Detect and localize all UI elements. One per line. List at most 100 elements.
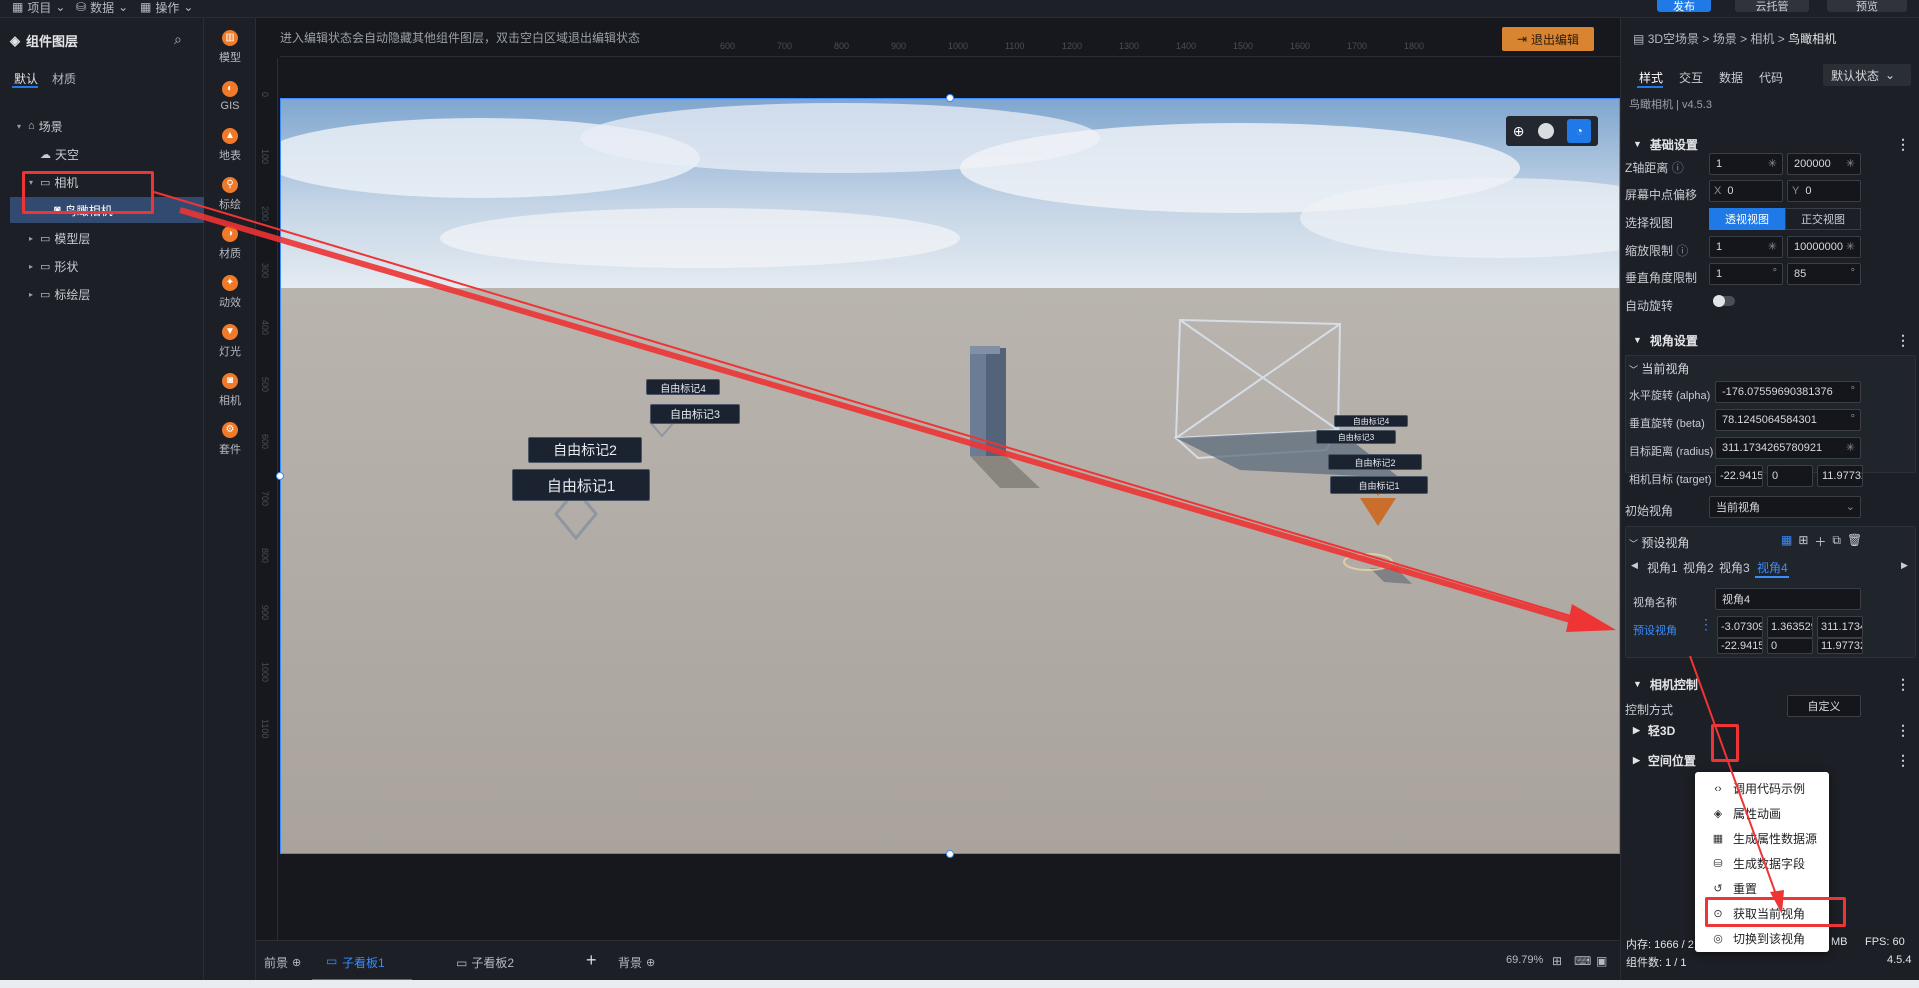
- view-name-input[interactable]: 视角4: [1715, 588, 1861, 610]
- copy-icon[interactable]: ⧉: [1832, 533, 1841, 550]
- tab-code[interactable]: 代码: [1759, 69, 1783, 86]
- rail-item[interactable]: ⚙ 套件: [204, 414, 256, 464]
- menu-operation[interactable]: ▦ 操作 ⌄: [140, 0, 193, 15]
- rail-item[interactable]: ▲ 地表: [204, 120, 256, 170]
- offset-y-input[interactable]: Y0: [1787, 180, 1861, 202]
- preset-value-input[interactable]: 1.363529: [1767, 616, 1813, 638]
- context-menu-item[interactable]: ◎ 切换到该视角: [1695, 926, 1829, 951]
- spinner-icon[interactable]: ✳: [1846, 240, 1855, 253]
- more-icon[interactable]: ⋮: [1896, 332, 1910, 349]
- preset-value-input[interactable]: -3.07309: [1717, 616, 1763, 638]
- expand-arrow-icon[interactable]: ▸: [26, 262, 36, 271]
- preset-value-input[interactable]: 0: [1767, 638, 1813, 654]
- context-menu-item[interactable]: ◈ 属性动画: [1695, 801, 1829, 826]
- offset-x-input[interactable]: X0: [1709, 180, 1783, 202]
- tree-item[interactable]: ▾ ⌂ 场景: [0, 113, 204, 139]
- auto-rotate-toggle[interactable]: [1713, 295, 1735, 307]
- tab-style[interactable]: 样式: [1639, 69, 1663, 86]
- prev-arrow-icon[interactable]: ◀: [1631, 560, 1638, 571]
- preset-value-input[interactable]: 11.977325: [1817, 638, 1863, 654]
- more-icon[interactable]: ⋮: [1896, 752, 1910, 769]
- search-icon[interactable]: ⌕: [174, 31, 182, 48]
- tab-interaction[interactable]: 交互: [1679, 69, 1703, 86]
- z-max-input[interactable]: 200000 ✳: [1787, 153, 1861, 175]
- context-menu-item[interactable]: ▦ 生成属性数据源: [1695, 826, 1829, 851]
- preset-tab-3[interactable]: 视角3: [1719, 559, 1750, 576]
- rail-item[interactable]: ◑ 材质: [204, 218, 256, 268]
- preset-more-icon[interactable]: ⋮: [1699, 616, 1713, 638]
- tab-subboard-1[interactable]: ▭ 子看板1: [312, 941, 412, 981]
- expand-arrow-icon[interactable]: ▾: [14, 122, 24, 131]
- vertical-min-input[interactable]: 1 °: [1709, 263, 1783, 285]
- fit-screen-icon[interactable]: ⊞: [1552, 954, 1562, 968]
- more-icon[interactable]: ⋮: [1896, 676, 1910, 693]
- add-circle-icon[interactable]: ⊕: [646, 956, 655, 969]
- tree-item[interactable]: ▸ ▭ 形状: [0, 253, 204, 279]
- layout-icon[interactable]: ▦: [1781, 533, 1792, 550]
- tab-data[interactable]: 数据: [1719, 69, 1743, 86]
- plus-icon[interactable]: ＋: [1814, 533, 1826, 550]
- rail-item[interactable]: ⚲ 标绘: [204, 169, 256, 219]
- spinner-icon[interactable]: ✳: [1846, 441, 1855, 454]
- menu-project[interactable]: ▦ 项目 ⌄: [12, 0, 65, 15]
- alpha-input[interactable]: -176.07559690381376 °: [1715, 381, 1861, 403]
- add-tab-button[interactable]: +: [586, 950, 597, 971]
- section-view[interactable]: ▼ 视角设置 ⋮: [1621, 325, 1919, 355]
- context-menu-item[interactable]: ⛁ 生成数据字段: [1695, 851, 1829, 876]
- tab-default[interactable]: 默认: [14, 70, 38, 87]
- expand-arrow-icon[interactable]: ▸: [26, 234, 36, 243]
- expand-arrow-icon[interactable]: ▸: [26, 290, 36, 299]
- orthographic-view-option[interactable]: 正交视图: [1785, 208, 1861, 230]
- background-tab[interactable]: 背景 ⊕: [618, 954, 655, 971]
- resize-handle-top[interactable]: [946, 94, 954, 102]
- menu-data[interactable]: ⛁ 数据 ⌄: [76, 0, 128, 15]
- preset-value-input[interactable]: 311.17342: [1817, 616, 1863, 638]
- z-min-input[interactable]: 1 ✳: [1709, 153, 1783, 175]
- spinner-icon[interactable]: ✳: [1846, 157, 1855, 170]
- rail-item[interactable]: ▥ 模型: [204, 22, 256, 72]
- editor-canvas[interactable]: 进入编辑状态会自动隐藏其他组件图层，双击空白区域退出编辑状态 ⇥ 退出编辑 60…: [256, 18, 1620, 940]
- tab-subboard-2[interactable]: ▭ 子看板2: [456, 954, 514, 971]
- vertical-max-input[interactable]: 85 °: [1787, 263, 1861, 285]
- current-view-header[interactable]: ﹀ 当前视角: [1629, 360, 1689, 377]
- section-light3d[interactable]: ▶ 轻3D ⋮: [1621, 715, 1919, 745]
- more-icon[interactable]: ⋮: [1896, 136, 1910, 153]
- preset-tab-4[interactable]: 视角4: [1757, 559, 1788, 576]
- section-camera-control[interactable]: ▼ 相机控制 ⋮: [1621, 669, 1919, 699]
- preset-tab-1[interactable]: 视角1: [1647, 559, 1678, 576]
- foreground-tab[interactable]: 前景 ⊕: [264, 954, 301, 971]
- keyboard-icon[interactable]: ⌨: [1574, 954, 1591, 968]
- section-spatial[interactable]: ▶ 空间位置 ⋮: [1621, 745, 1919, 775]
- terminal-icon[interactable]: ▣: [1596, 954, 1607, 968]
- next-arrow-icon[interactable]: ▶: [1901, 560, 1908, 571]
- zoom-level[interactable]: 69.79%: [1506, 954, 1543, 966]
- more-icon[interactable]: ⋮: [1896, 722, 1910, 739]
- spinner-icon[interactable]: ✳: [1768, 157, 1777, 170]
- perspective-view-option[interactable]: 透视视图: [1709, 208, 1785, 230]
- context-menu-item[interactable]: ‹› 调用代码示例: [1695, 776, 1829, 801]
- add-circle-icon[interactable]: ⊕: [292, 956, 301, 969]
- cloud-hosting-button[interactable]: 云托管: [1735, 0, 1809, 13]
- target-z-input[interactable]: 11.977325: [1817, 465, 1863, 487]
- preset-tab-2[interactable]: 视角2: [1683, 559, 1714, 576]
- target-y-input[interactable]: 0: [1767, 465, 1813, 487]
- control-mode-custom[interactable]: 自定义: [1787, 695, 1861, 717]
- preset-view-header[interactable]: ﹀ 预设视角: [1629, 534, 1689, 551]
- publish-button[interactable]: 发布: [1657, 0, 1711, 13]
- zoom-min-input[interactable]: 1 ✳: [1709, 236, 1783, 258]
- grid-icon[interactable]: ⊞: [1798, 533, 1808, 550]
- tree-item[interactable]: ▸ ▭ 标绘层: [0, 281, 204, 307]
- rail-item[interactable]: ◐ GIS: [204, 71, 256, 121]
- tree-item[interactable]: ☁ 天空: [0, 141, 204, 167]
- preset-value-input[interactable]: -22.9415: [1717, 638, 1763, 654]
- rail-item[interactable]: ◙ 相机: [204, 365, 256, 415]
- help-icon[interactable]: ⓘ: [1672, 161, 1684, 175]
- rail-item[interactable]: ✦ 动效: [204, 267, 256, 317]
- resize-handle-bottom[interactable]: [946, 850, 954, 858]
- state-select[interactable]: 默认状态 ⌄: [1823, 64, 1911, 86]
- rail-item[interactable]: ▼ 灯光: [204, 316, 256, 366]
- tree-item[interactable]: ▸ ▭ 模型层: [0, 225, 204, 251]
- beta-input[interactable]: 78.1245064584301 °: [1715, 409, 1861, 431]
- resize-handle-left[interactable]: [276, 472, 284, 480]
- spinner-icon[interactable]: ✳: [1768, 240, 1777, 253]
